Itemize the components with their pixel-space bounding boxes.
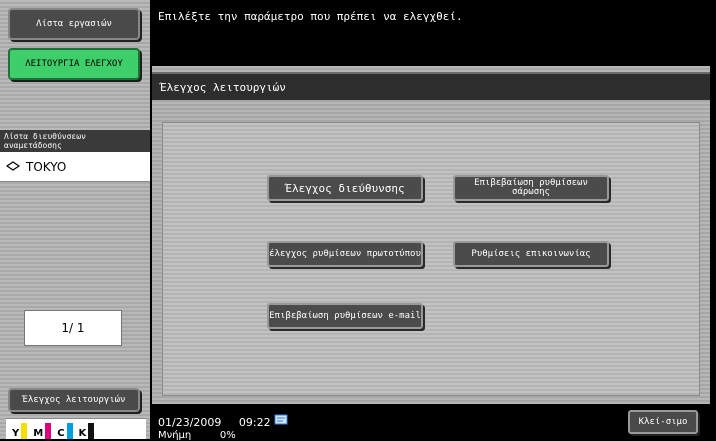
utility-label: ΛΕΙΤΟΥΡΓΙΑ ΕΛΕΓΧΟΥ	[25, 58, 123, 69]
original-settings-button[interactable]: έλεγχος ρυθμίσεων πρωτοτύπου	[267, 241, 423, 267]
date-label: 01/23/2009	[158, 416, 222, 429]
panel-title: Έλεγχος λειτουργιών	[152, 72, 710, 100]
close-button[interactable]: Κλεί-σιμο	[628, 410, 698, 434]
toner-k: K	[79, 423, 95, 439]
check-functions-label: Έλεγχος λειτουργιών	[22, 394, 126, 405]
instruction-message: Επιλέξτε την παράμετρο που πρέπει να ελε…	[158, 10, 463, 23]
memory-value: 0%	[219, 430, 236, 441]
dest-list-title: Λίστα διευθύνσεων αναμετάδοσης	[0, 130, 150, 152]
function-button-area: Έλεγχος διεύθυνσης Επιβεβαίωση ρυθμίσεων…	[162, 122, 700, 396]
toner-c: C	[57, 423, 73, 439]
utility-button[interactable]: ΛΕΙΤΟΥΡΓΙΑ ΕΛΕΓΧΟΥ	[8, 48, 140, 80]
communication-settings-button[interactable]: Ρυθμίσεις επικοινωνίας	[453, 241, 609, 267]
memory-status: Μνήμη 0%	[158, 430, 236, 441]
toner-y: Y	[12, 423, 28, 439]
email-settings-button[interactable]: Επιβεβαίωση ρυθμίσεων e-mail	[267, 303, 423, 329]
check-functions-button[interactable]: Έλεγχος λειτουργιών	[8, 388, 140, 412]
dest-list-item[interactable]: TOKYO	[0, 152, 150, 182]
left-panel: Λίστα εργασιών ΛΕΙΤΟΥΡΓΙΑ ΕΛΕΓΧΟΥ Λίστα …	[0, 0, 150, 439]
close-label: Κλεί-σιμο	[638, 416, 688, 427]
job-list-button[interactable]: Λίστα εργασιών	[8, 8, 140, 40]
toner-levels: Y M C K	[6, 418, 146, 439]
dest-item-label: TOKYO	[26, 159, 67, 174]
network-icon	[274, 412, 290, 431]
scan-settings-button[interactable]: Επιβεβαίωση ρυθμίσεων σάρωσης	[453, 175, 609, 201]
job-list-label: Λίστα εργασιών	[36, 18, 112, 29]
address-check-button[interactable]: Έλεγχος διεύθυνσης	[267, 175, 423, 201]
time-label: 09:22	[238, 416, 271, 429]
memory-label: Μνήμη	[158, 430, 192, 441]
destination-icon	[5, 160, 21, 174]
main-panel: Έλεγχος λειτουργιών Έλεγχος διεύθυνσης Ε…	[152, 66, 710, 404]
page-indicator: 1/ 1	[24, 310, 122, 346]
date-time: 01/23/2009 09:22	[158, 416, 271, 429]
toner-m: M	[33, 423, 52, 439]
